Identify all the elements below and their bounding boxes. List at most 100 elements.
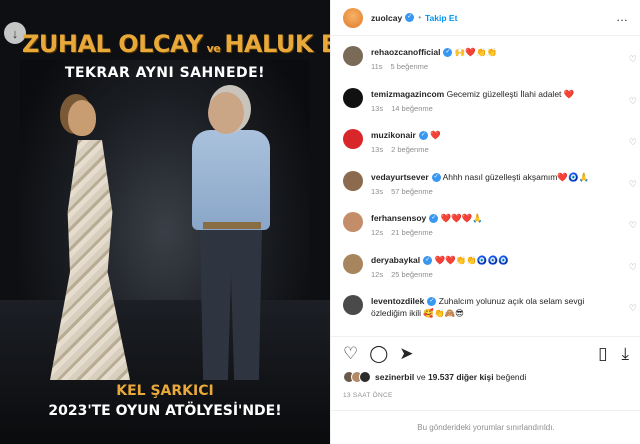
comment-row: leventozdilek ✓ Zuhalcım yolunuz açık ola…	[331, 291, 640, 333]
comment-like-icon[interactable]: ♡	[629, 303, 637, 314]
separator-dot: •	[418, 13, 421, 22]
instagram-post: ↓ ZUHAL OLCAYveHALUK BİLGİNER TEKRAR AYN…	[0, 0, 640, 444]
commenter-username[interactable]: leventozdilek	[371, 296, 424, 306]
likes-summary: sezinerbil ve 19.537 diğer kişi beğendi	[343, 371, 526, 383]
actor-head	[208, 92, 244, 134]
poster-title: ZUHAL OLCAYveHALUK BİLGİNER	[22, 30, 330, 58]
comment-text: ❤️	[430, 130, 441, 140]
commenter-avatar[interactable]	[343, 253, 363, 274]
follow-button[interactable]: Takip Et	[425, 13, 457, 23]
comment-text: ❤️❤️👏👏🧿🧿🧿	[434, 254, 509, 265]
author-username[interactable]: zuolcay	[371, 13, 402, 23]
post-timestamp: 13 SAAT ÖNCE	[343, 392, 393, 399]
poster-play-name: KEL ŞARKICI	[116, 383, 214, 399]
actor-belt	[203, 222, 261, 229]
likes-text: sezinerbil ve 19.537 diğer kişi beğendi	[375, 372, 526, 382]
commenter-avatar[interactable]	[343, 129, 363, 149]
comment-meta: 12s 21 beğenme	[371, 228, 615, 237]
comment-row: ferhansensoy ✓ ❤️❤️❤️🙏 12s 21 beğenme ♡	[331, 208, 640, 250]
stage-floor	[0, 300, 330, 444]
comment-text: 🙌❤️👏👏	[454, 47, 498, 57]
commenter-avatar[interactable]	[343, 87, 363, 108]
comment-like-count[interactable]: 57 beğenme	[391, 187, 433, 196]
post-image[interactable]: ↓ ZUHAL OLCAYveHALUK BİLGİNER TEKRAR AYN…	[0, 0, 330, 444]
commenter-avatar[interactable]	[343, 212, 363, 232]
commenter-avatar[interactable]	[343, 295, 363, 315]
comment-like-icon[interactable]: ♡	[629, 54, 637, 65]
commenter-username[interactable]: temizmagazincom	[371, 89, 444, 99]
likes-count[interactable]: 19.537 diğer kişi	[428, 372, 494, 382]
poster-subtitle: TEKRAR AYNI SAHNEDE!	[64, 65, 266, 81]
comment-row: vedayurtsever ✓ Ahhh nasıl güzelleşti akş…	[331, 167, 640, 209]
comments-limited-notice: Bu gönderideki yorumlar sınırlandırıldı.	[331, 410, 640, 444]
verified-icon: ✓	[431, 172, 441, 182]
liker-username[interactable]: sezinerbil	[375, 372, 414, 382]
comment-like-icon[interactable]: ♡	[629, 96, 637, 107]
comment-text-line: leventozdilek ✓ Zuhalcım yolunuz açık ola…	[371, 295, 615, 319]
actress-head	[68, 100, 96, 136]
comment-like-count[interactable]: 2 beğenme	[391, 145, 429, 154]
comment-body: deryabaykal ✓ ❤️❤️👏👏🧿🧿🧿 12s 25 beğenme	[371, 250, 615, 292]
comment-meta: 11s 5 beğenme	[371, 62, 615, 71]
comment-body: ferhansensoy ✓ ❤️❤️❤️🙏 12s 21 beğenme	[371, 208, 615, 250]
comment-body: leventozdilek ✓ Zuhalcım yolunuz açık ola…	[371, 291, 615, 333]
comment-like-count[interactable]: 14 beğenme	[391, 104, 433, 113]
commenter-username[interactable]: deryabaykal	[371, 255, 420, 265]
comment-text-line: temizmagazincom Gecemiz güzelleşti İlahi…	[371, 88, 615, 100]
poster-name-right: HALUK BİLGİNER	[224, 30, 330, 58]
action-bar-right: ▯ ⤓	[584, 345, 629, 362]
comment-time: 13s	[371, 103, 384, 113]
download-post-icon[interactable]: ⤓	[621, 345, 629, 362]
share-icon[interactable]: ➤	[399, 345, 413, 362]
commenter-username[interactable]: rehaozcanofficial	[371, 47, 440, 57]
comment-like-icon[interactable]: ♡	[629, 220, 637, 231]
comment-text-line: rehaozcanofficial ✓ 🙌❤️👏👏	[371, 46, 615, 58]
comment-time: 12s	[371, 228, 384, 237]
poster-venue: 2023'TE OYUN ATÖLYESİ'NDE!	[48, 403, 282, 419]
author-avatar[interactable]	[343, 7, 363, 28]
comment-like-icon[interactable]: ♡	[629, 262, 637, 273]
comment-text: ❤️❤️❤️🙏	[440, 213, 483, 223]
save-icon[interactable]: ▯	[598, 345, 607, 362]
comment-like-icon[interactable]: ♡	[629, 137, 637, 148]
like-icon[interactable]: ♡	[343, 345, 358, 362]
commenter-avatar[interactable]	[343, 46, 363, 66]
comment-time: 13s	[371, 145, 384, 154]
poster-conjunction: ve	[206, 42, 221, 55]
comment-row: muzikonair ✓ ❤️ 13s 2 beğenme ♡	[331, 125, 640, 167]
comment-text: Gecemiz güzelleşti İlahi adalet ❤️	[446, 88, 575, 99]
comment-icon[interactable]: ◯	[369, 345, 388, 362]
comment-like-count[interactable]: 21 beğenme	[391, 228, 433, 237]
verified-icon: ✓	[418, 131, 428, 141]
comment-body: muzikonair ✓ ❤️ 13s 2 beğenme	[371, 125, 615, 167]
commenter-username[interactable]: vedayurtsever	[371, 172, 429, 182]
comment-like-count[interactable]: 5 beğenme	[391, 62, 429, 71]
comment-text-line: deryabaykal ✓ ❤️❤️👏👏🧿🧿🧿	[371, 254, 615, 266]
comment-row: rehaozcanofficial ✓ 🙌❤️👏👏 11s 5 beğenme ♡	[331, 42, 640, 84]
comment-meta: 13s 14 beğenme	[371, 104, 615, 113]
liker-avatar	[359, 371, 371, 383]
verified-icon: ✓	[427, 297, 437, 307]
comment-text-line: muzikonair ✓ ❤️	[371, 129, 615, 141]
comment-time: 12s	[371, 269, 384, 279]
commenter-username[interactable]: ferhansensoy	[371, 213, 426, 223]
verified-icon: ✓	[443, 48, 453, 58]
comment-time: 13s	[371, 186, 384, 196]
more-options-icon[interactable]: …	[616, 11, 629, 23]
comment-like-count[interactable]: 25 beğenme	[391, 270, 433, 279]
likes-conjunction: ve	[416, 372, 426, 382]
post-header: zuolcay ✓ • Takip Et …	[331, 0, 640, 36]
comment-meta: 12s 25 beğenme	[371, 270, 615, 279]
likes-suffix: beğendi	[496, 372, 527, 382]
verified-icon: ✓	[405, 13, 415, 22]
comment-like-icon[interactable]: ♡	[629, 179, 637, 190]
comment-body: vedayurtsever ✓ Ahhh nasıl güzelleşti akş…	[371, 167, 615, 209]
comment-row: temizmagazincom Gecemiz güzelleşti İlahi…	[331, 84, 640, 126]
commenter-username[interactable]: muzikonair	[371, 130, 416, 140]
comment-text-line: vedayurtsever ✓ Ahhh nasıl güzelleşti akş…	[371, 171, 615, 183]
comment-text-line: ferhansensoy ✓ ❤️❤️❤️🙏	[371, 212, 615, 224]
comment-time: 11s	[371, 62, 383, 71]
commenter-avatar[interactable]	[343, 170, 363, 191]
comment-row: deryabaykal ✓ ❤️❤️👏👏🧿🧿🧿 12s 25 beğenme ♡	[331, 250, 640, 292]
comment-list: rehaozcanofficial ✓ 🙌❤️👏👏 11s 5 beğenme ♡ tem…	[331, 42, 640, 334]
